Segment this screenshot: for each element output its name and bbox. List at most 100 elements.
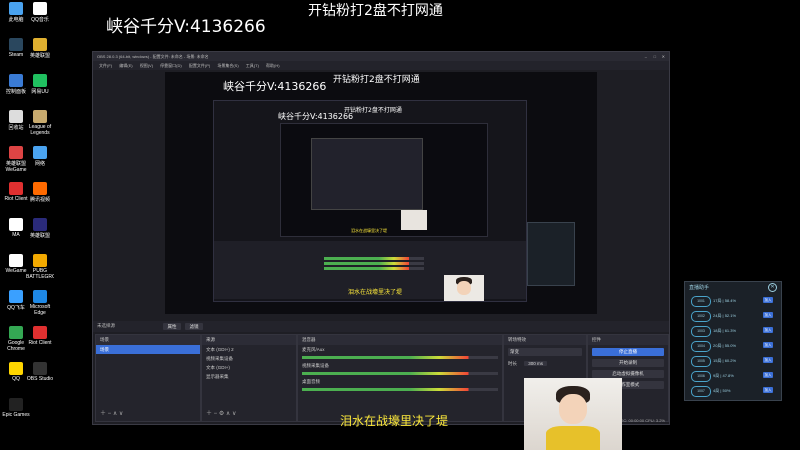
app-icon <box>9 182 23 195</box>
join-button[interactable]: 加入 <box>763 357 773 363</box>
nested2-preview: 泪水在战壕里决了堤 <box>280 123 488 237</box>
app-icon <box>9 110 23 123</box>
side-assistant-panel: 直播助手 ✕ 1001 17局 | 58.4% 加入 1002 24局 | 52.1% 加… <box>684 281 782 401</box>
close-icon[interactable]: ✕ <box>662 52 665 61</box>
join-button[interactable]: 加入 <box>763 327 773 333</box>
nested-watermark-center: 开钻粉打2盘不打网通 <box>333 75 420 85</box>
app-icon <box>33 110 47 123</box>
side-panel-row: 1007 4局 | 50% 加入 <box>689 384 777 398</box>
source-item[interactable]: 视频采集设备 <box>202 354 296 363</box>
app-icon <box>9 146 23 159</box>
room-info: 4局 | 50% <box>713 388 731 393</box>
obs-preview-canvas[interactable]: 峡谷千分V:4136266 开钻粉打2盘不打网通 峡谷千分V:4136266 开… <box>165 72 597 314</box>
app-icon <box>33 146 47 159</box>
overlay-watermark-center: 开钻粉打2盘不打网通 <box>308 3 443 19</box>
menu-edit[interactable]: 编辑(E) <box>119 63 132 68</box>
room-id-badge: 1004 <box>691 341 711 352</box>
desktop-icon[interactable]: 英雄联盟 <box>26 218 54 244</box>
desktop-icon[interactable]: League of Legends <box>26 110 54 136</box>
source-add-icon[interactable]: ＋ − ⚙ ∧ ∨ <box>206 408 236 417</box>
menu-docks[interactable]: 停靠窗口(D) <box>160 63 182 68</box>
menu-scene-collection[interactable]: 场景集合(S) <box>217 63 238 68</box>
transition-select[interactable]: 渐变 <box>508 348 582 356</box>
desktop-icon-label: Microsoft Edge <box>29 304 51 316</box>
menu-view[interactable]: 视图(V) <box>140 63 153 68</box>
source-item[interactable]: 文本 (GDI+) 2 <box>202 345 296 354</box>
duration-input[interactable]: 300 ms <box>524 361 548 366</box>
menu-file[interactable]: 文件(F) <box>99 63 112 68</box>
obs-title-bar: OBS 28.0.3 (64-bit, windows) - 配置文件: 未命名… <box>93 52 669 61</box>
nested2-subtitle: 泪水在战壕里决了堤 <box>351 228 387 233</box>
nested2-watermark-center: 开钻粉打2盘不打网通 <box>344 107 402 114</box>
sources-dock-title: 来源 <box>202 335 296 345</box>
nested-subtitle: 泪水在战壕里决了堤 <box>348 289 403 296</box>
app-icon <box>9 326 23 339</box>
app-icon <box>9 362 23 375</box>
menu-tools[interactable]: 工具(T) <box>246 63 259 68</box>
start-recording-button[interactable]: 开始录制 <box>592 359 664 367</box>
nested2-watermark-left: 峡谷千分V:4136266 <box>278 112 354 121</box>
side-panel-title: 直播助手 <box>689 285 710 291</box>
overlay-subtitle: 泪水在战壕里决了堤 <box>340 414 449 428</box>
desktop-icon-label: OBS Studio <box>26 376 54 382</box>
desktop-icon[interactable]: Microsoft Edge <box>26 290 54 316</box>
source-item[interactable]: 文本 (GDI+) <box>202 363 296 372</box>
desktop-icon[interactable]: QQ音乐 <box>26 2 54 28</box>
desktop-icon[interactable]: OBS Studio <box>26 362 54 388</box>
app-icon <box>33 326 47 339</box>
app-icon <box>9 74 23 87</box>
stop-streaming-button[interactable]: 停止直播 <box>592 348 664 356</box>
scene-add-icon[interactable]: ＋ − ∧ ∨ <box>100 408 123 417</box>
app-icon <box>33 362 47 375</box>
room-info: 17局 | 58.4% <box>713 298 737 303</box>
join-button[interactable]: 加入 <box>763 342 773 348</box>
nested-side-panel <box>527 222 575 286</box>
room-info: 9局 | 47.8% <box>713 373 734 378</box>
room-info: 24局 | 52.1% <box>713 313 737 318</box>
scene-item[interactable]: 场景 <box>96 345 200 354</box>
side-panel-row: 1001 17局 | 58.4% 加入 <box>689 294 777 308</box>
app-icon <box>9 38 23 51</box>
menu-help[interactable]: 帮助(H) <box>266 63 280 68</box>
desktop-icon[interactable]: Epic Games <box>2 398 30 424</box>
desktop-icon[interactable]: PUBG BATTLEGROUNDS <box>26 254 54 280</box>
desktop-icon[interactable]: 英雄联盟 <box>26 38 54 64</box>
virtual-camera-button[interactable]: 启动虚拟摄像机 <box>592 370 664 378</box>
obs-window: OBS 28.0.3 (64-bit, windows) - 配置文件: 未命名… <box>92 51 670 425</box>
room-info: 18局 | 61.3% <box>713 328 737 333</box>
join-button[interactable]: 加入 <box>763 297 773 303</box>
desktop-icon-label: Riot Client <box>28 340 52 346</box>
menu-profile[interactable]: 配置文件(P) <box>189 63 210 68</box>
desktop-icon[interactable]: 腾讯视频 <box>26 182 54 208</box>
desktop-icon[interactable]: Riot Client <box>26 326 54 352</box>
mixer-channel-name: 视频采集设备 <box>302 363 329 368</box>
desktop-icon[interactable]: 网易UU <box>26 74 54 100</box>
side-panel-row: 1005 15局 | 60.2% 加入 <box>689 354 777 368</box>
side-close-icon[interactable]: ✕ <box>768 283 777 292</box>
join-button[interactable]: 加入 <box>763 387 773 393</box>
room-id-badge: 1005 <box>691 356 711 367</box>
webcam-shirt <box>546 426 600 450</box>
source-item[interactable]: 显示器采集 <box>202 372 296 381</box>
desktop-icon[interactable]: 网络 <box>26 146 54 172</box>
app-icon <box>9 398 23 411</box>
mixer-channel-name: 麦克风/Aux <box>302 347 325 352</box>
side-panel-row: 1006 9局 | 47.8% 加入 <box>689 369 777 383</box>
maximize-icon[interactable]: □ <box>654 52 656 61</box>
scenes-dock-title: 场景 <box>96 335 200 345</box>
join-button[interactable]: 加入 <box>763 312 773 318</box>
nested-obs-window: 峡谷千分V:4136266 开钻粉打2盘不打网通 泪水在战壕里决了堤 泪水在战壕… <box>213 100 527 302</box>
desktop-icon-label: 网易UU <box>31 89 49 95</box>
source-toolbar: 未选择源 属性 滤镜 <box>93 321 669 332</box>
desktop-icon-label: 腾讯视频 <box>29 197 50 203</box>
nested3-preview <box>311 138 423 210</box>
join-button[interactable]: 加入 <box>763 372 773 378</box>
properties-button[interactable]: 属性 <box>163 323 181 330</box>
obs-menu-bar: 文件(F) 编辑(E) 视图(V) 停靠窗口(D) 配置文件(P) 场景集合(S… <box>93 61 669 70</box>
app-icon <box>33 290 47 303</box>
sources-dock: 来源 文本 (GDI+) 2 视频采集设备 文本 (GDI+) 显示器采集 ＋ … <box>201 334 297 422</box>
filters-button[interactable]: 滤镜 <box>185 323 203 330</box>
side-panel-row: 1003 18局 | 61.3% 加入 <box>689 324 777 338</box>
minimize-icon[interactable]: – <box>645 52 647 61</box>
app-icon <box>9 290 23 303</box>
